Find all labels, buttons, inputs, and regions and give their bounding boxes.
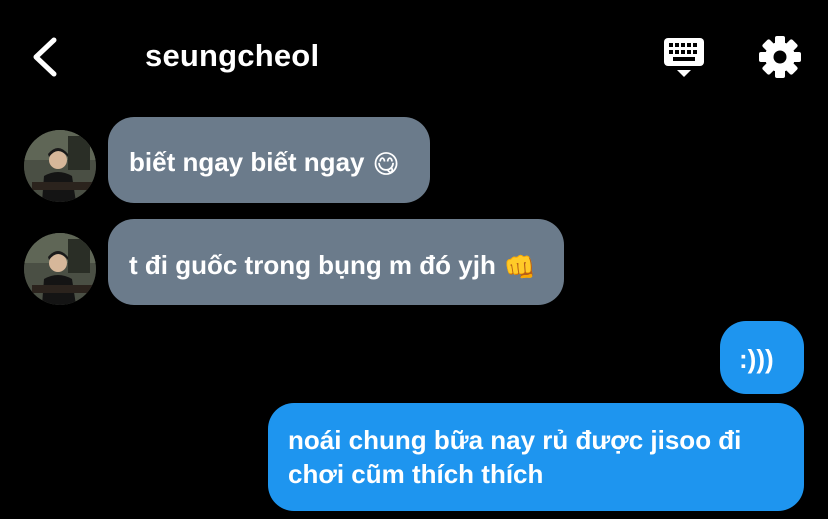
- message-text: :))): [739, 344, 774, 374]
- fist-emoji-icon: 👊: [503, 252, 537, 283]
- message-text-line: chơi cũm thích thích: [288, 459, 544, 489]
- gear-icon: [759, 36, 801, 78]
- chat-screen: seungcheol biết ngay biết ngay 😋 t đi gu…: [0, 0, 828, 519]
- settings-button[interactable]: [756, 33, 804, 81]
- back-button[interactable]: [28, 34, 64, 80]
- message-text-line: noái chung bữa nay rủ được jisoo đi: [288, 425, 742, 455]
- keyboard-button[interactable]: [660, 36, 708, 80]
- message-bubble-incoming[interactable]: biết ngay biết ngay 😋: [108, 117, 430, 203]
- message-text: biết ngay biết ngay: [129, 147, 365, 177]
- chat-header: seungcheol: [0, 0, 828, 110]
- chat-title[interactable]: seungcheol: [145, 38, 319, 74]
- message-text: t đi guốc trong bụng m đó yjh: [129, 250, 496, 280]
- keyboard-icon: [664, 38, 704, 77]
- yum-emoji-icon: 😋: [372, 149, 400, 180]
- message-bubble-incoming[interactable]: t đi guốc trong bụng m đó yjh 👊: [108, 219, 565, 305]
- contact-avatar[interactable]: [24, 130, 96, 202]
- message-bubble-outgoing[interactable]: noái chung bữa nay rủ được jisoo đi chơi…: [268, 403, 804, 511]
- back-chevron-icon: [33, 37, 57, 77]
- message-bubble-outgoing[interactable]: :))): [720, 321, 804, 394]
- contact-avatar[interactable]: [24, 233, 96, 305]
